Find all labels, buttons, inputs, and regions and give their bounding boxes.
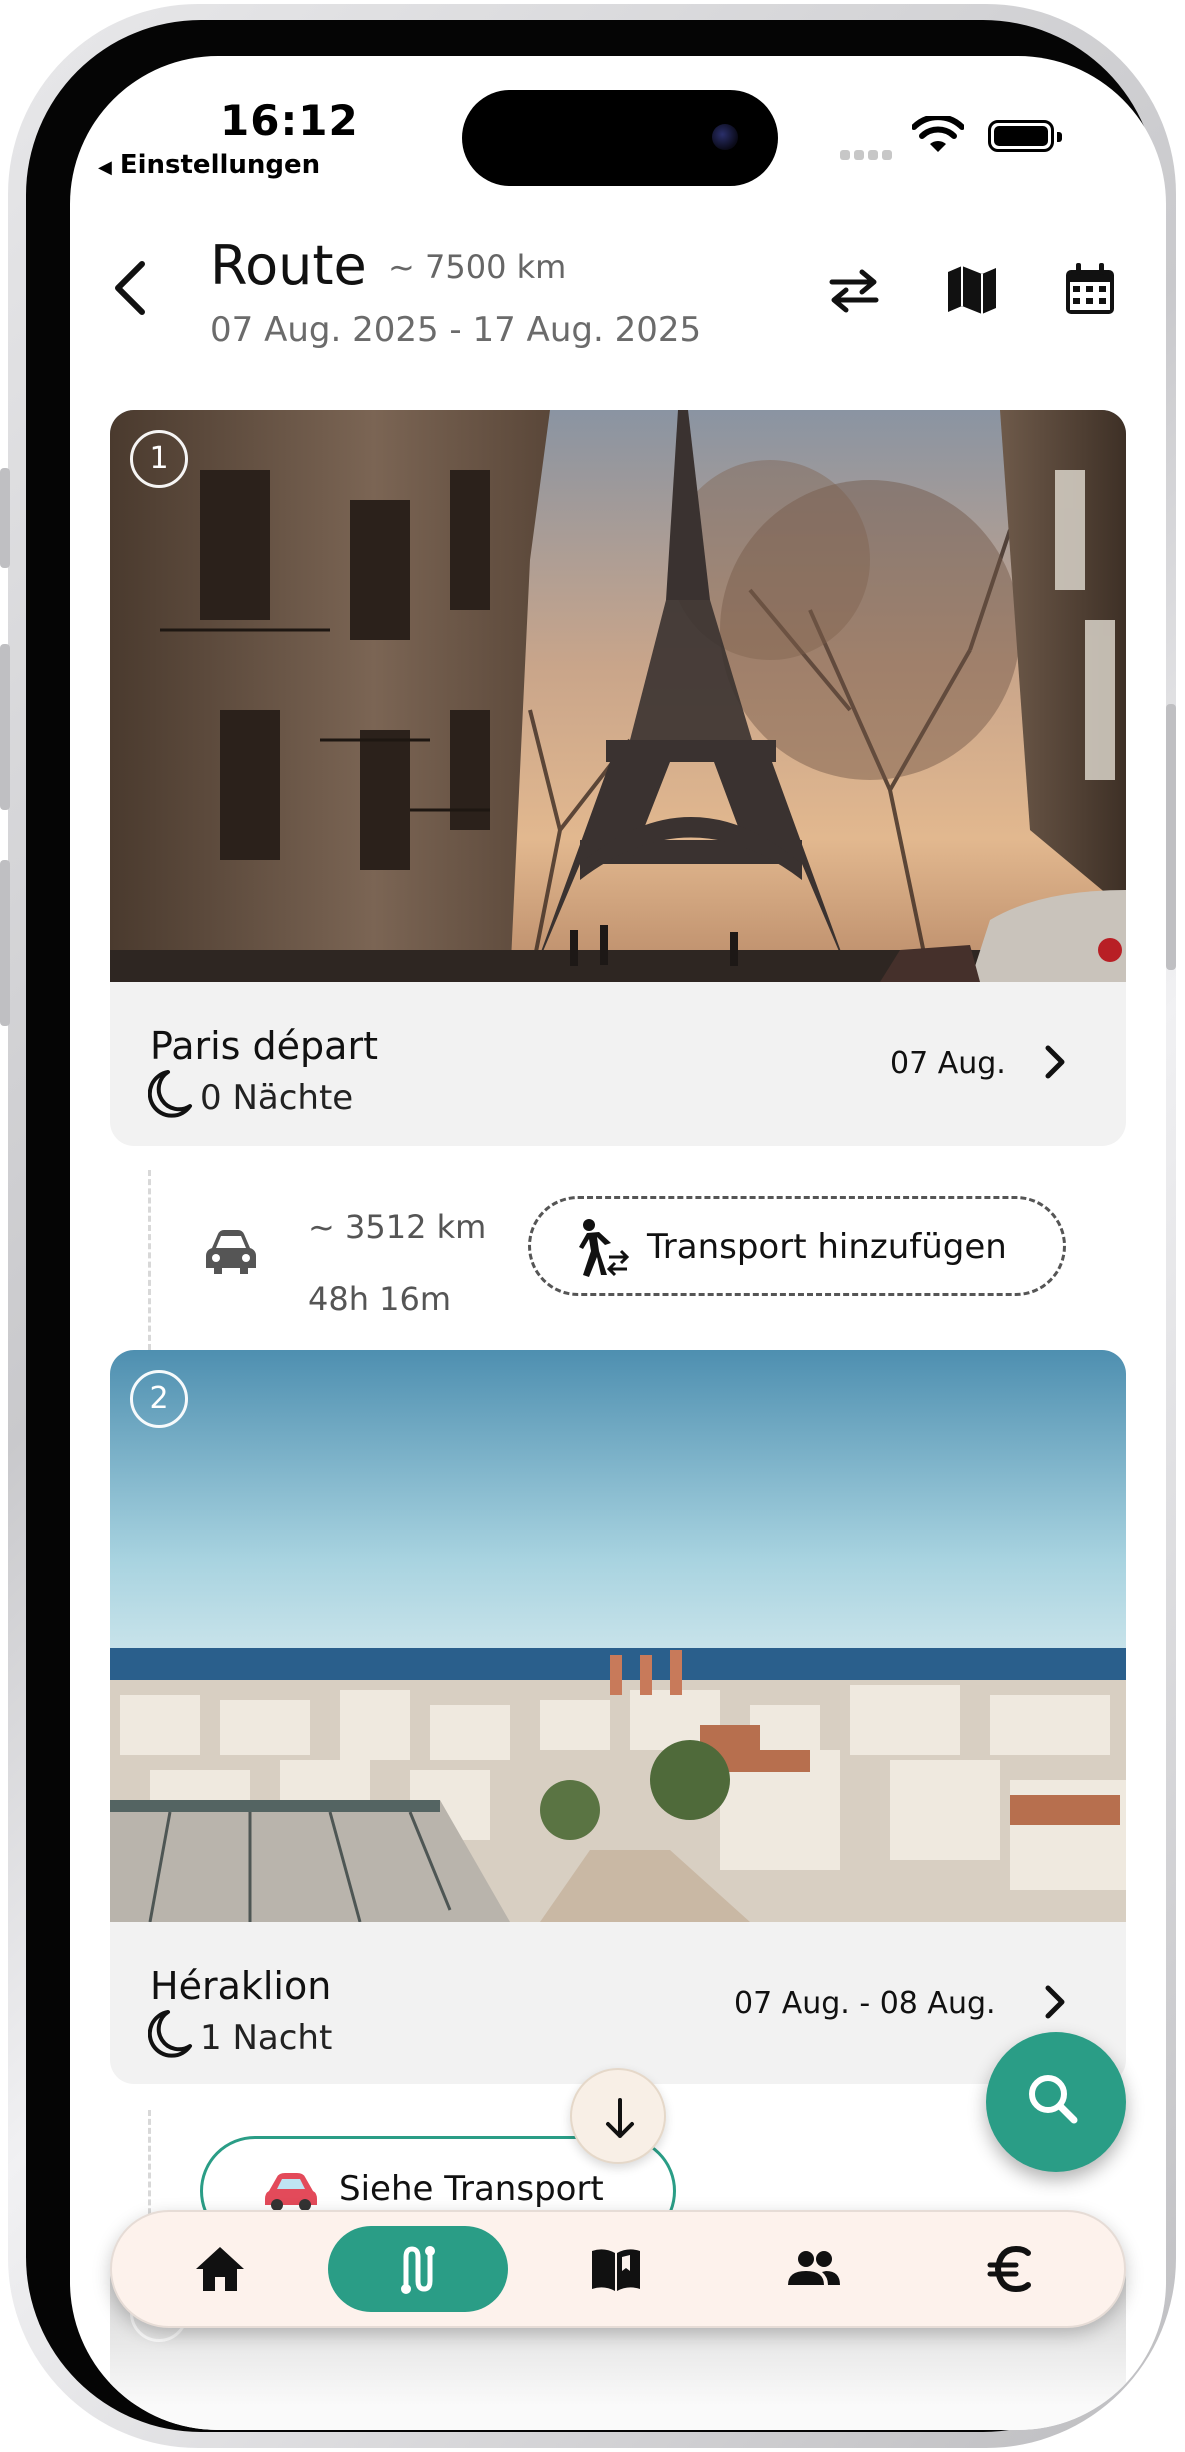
chevron-right-icon[interactable] [1040, 1042, 1070, 1082]
moon-icon [148, 1070, 192, 1118]
stop-nights: 0 Nächte [200, 1078, 354, 1118]
nav-expenses[interactable] [922, 2226, 1102, 2312]
route-dates: 07 Aug. 2025 - 17 Aug. 2025 [210, 310, 702, 350]
app-screen: 16:12 ◀ Einstellungen Route ~ 7500 km 07 … [70, 56, 1166, 2430]
search-fab-button[interactable] [986, 2032, 1126, 2172]
stop-card[interactable]: 2 Héraklion 1 Nacht 07 Aug. - 08 Aug. [110, 1350, 1126, 2084]
phone-button [0, 468, 10, 568]
wifi-icon [912, 116, 964, 152]
nav-guide[interactable] [526, 2226, 706, 2312]
scroll-down-button[interactable] [570, 2068, 666, 2164]
nav-route[interactable] [328, 2226, 508, 2312]
nav-home[interactable] [130, 2226, 310, 2312]
map-icon[interactable] [942, 260, 1002, 320]
back-triangle-icon: ◀ [98, 157, 112, 178]
guide-book-icon [592, 2249, 640, 2291]
chevron-right-icon[interactable] [1040, 1982, 1070, 2022]
stop-number: 2 [130, 1370, 188, 1428]
dynamic-island [462, 90, 778, 186]
stop-name: Paris départ [150, 1024, 378, 1068]
status-time: 16:12 [220, 96, 359, 145]
heraklion-cityscape-photo [110, 1350, 1126, 1922]
nav-group[interactable] [724, 2226, 904, 2312]
route-icon [401, 2246, 435, 2294]
back-app-label: Einstellungen [119, 150, 321, 180]
eiffel-tower-photo [110, 410, 1126, 982]
phone-button [0, 644, 10, 810]
stop-number: 1 [130, 430, 188, 488]
swap-arrows-icon[interactable] [824, 260, 884, 320]
stop-date: 07 Aug. - 08 Aug. [734, 1986, 996, 2021]
back-chevron-icon[interactable] [106, 256, 154, 320]
stop-name: Héraklion [150, 1964, 332, 2008]
arrow-down-icon [606, 2098, 634, 2138]
phone-frame: 16:12 ◀ Einstellungen Route ~ 7500 km 07 … [0, 4, 1176, 2448]
home-icon [196, 2247, 244, 2291]
see-transport-label: Siehe Transport [339, 2169, 604, 2209]
cellular-signal-icon [840, 145, 896, 160]
stop-date: 07 Aug. [890, 1046, 1006, 1081]
segment-distance: ~ 3512 km [308, 1208, 487, 1246]
car-icon [206, 1230, 256, 1274]
search-icon [1029, 2075, 1078, 2124]
route-connector [148, 1170, 151, 1350]
red-car-icon [265, 2173, 317, 2211]
bottom-navigation [110, 2210, 1126, 2328]
walking-transfer-icon [579, 1219, 629, 1277]
group-icon [788, 2251, 840, 2285]
back-to-app-link[interactable]: ◀ Einstellungen [98, 150, 320, 180]
camera [712, 124, 738, 150]
route-distance: ~ 7500 km [388, 248, 567, 286]
calendar-icon[interactable] [1060, 260, 1120, 320]
moon-icon [148, 2010, 192, 2058]
add-transport-label: Transport hinzufügen [647, 1227, 1007, 1267]
stop-nights: 1 Nacht [200, 2018, 333, 2058]
euro-icon [987, 2245, 1031, 2293]
stop-card[interactable]: 1 Paris départ 0 Nächte 07 Aug. [110, 410, 1126, 1146]
phone-button [1166, 704, 1176, 970]
battery-icon [988, 120, 1062, 152]
add-transport-button[interactable]: Transport hinzufügen [528, 1196, 1066, 1296]
segment-duration: 48h 16m [308, 1280, 452, 1318]
page-title: Route [210, 234, 367, 297]
phone-bezel: 16:12 ◀ Einstellungen Route ~ 7500 km 07 … [26, 20, 1166, 2432]
phone-button [0, 860, 10, 1026]
